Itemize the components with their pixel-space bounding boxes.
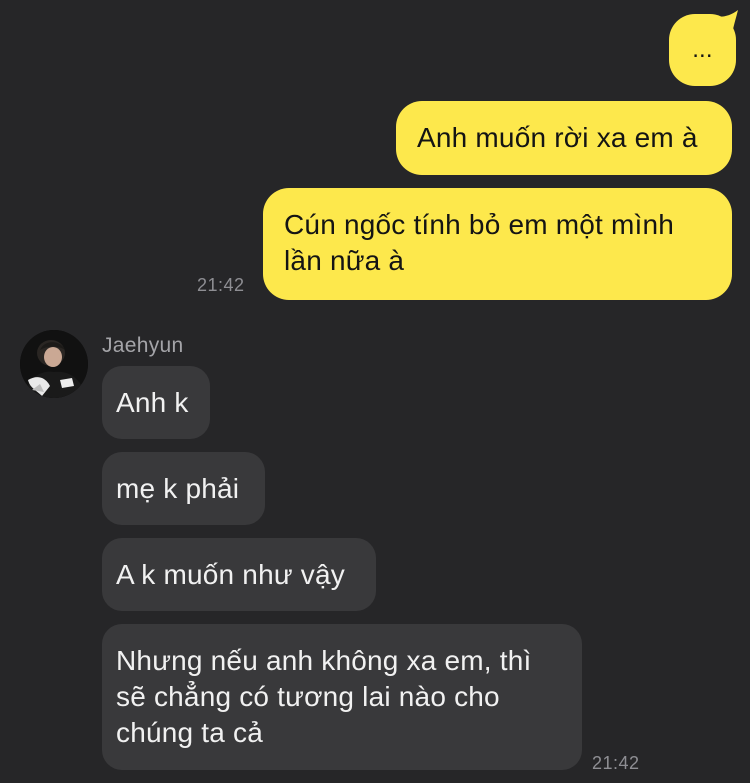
incoming-message-bubble[interactable]: mẹ k phải: [102, 452, 265, 525]
outgoing-message-line: Cún ngốc tính bỏ em một mình: [284, 209, 675, 240]
contact-avatar[interactable]: [20, 330, 88, 398]
incoming-message-line: Nhưng nếu anh không xa em, thì: [116, 645, 532, 676]
incoming-message-text: A k muốn như vậy: [116, 559, 345, 590]
incoming-message-text: mẹ k phải: [116, 473, 240, 504]
incoming-message-line: chúng ta cả: [116, 717, 263, 748]
incoming-message-text: Anh k: [116, 387, 189, 418]
incoming-message-bubble[interactable]: Anh k: [102, 366, 210, 439]
chat-thread: ... Anh muốn rời xa em à Cún ngốc tính b…: [0, 0, 750, 783]
outgoing-message-bubble[interactable]: Cún ngốc tính bỏ em một mình lần nữa à: [263, 188, 732, 300]
contact-name: Jaehyun: [102, 334, 184, 357]
incoming-message-line: sẽ chẳng có tương lai nào cho: [116, 681, 500, 712]
message-timestamp: 21:42: [197, 275, 245, 295]
outgoing-message-text: ...: [692, 36, 713, 63]
bubble-tail-icon: [712, 10, 738, 34]
incoming-message-bubble[interactable]: A k muốn như vậy: [102, 538, 376, 611]
outgoing-message-text: Anh muốn rời xa em à: [417, 122, 698, 153]
outgoing-message-line: lần nữa à: [284, 245, 405, 276]
incoming-message-bubble[interactable]: Nhưng nếu anh không xa em, thì sẽ chẳng …: [102, 624, 582, 770]
message-timestamp: 21:42: [592, 753, 640, 773]
profile-photo-icon: [20, 330, 88, 398]
outgoing-message-bubble[interactable]: Anh muốn rời xa em à: [396, 101, 732, 175]
